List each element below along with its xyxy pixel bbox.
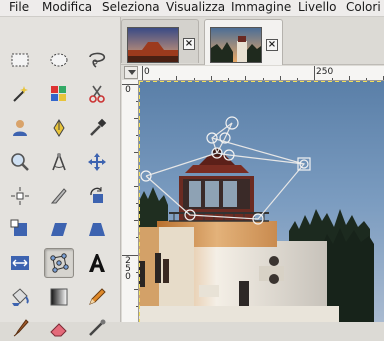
vruler-label-0: 0 — [125, 85, 131, 95]
text-tool[interactable] — [84, 250, 110, 276]
toolbox — [0, 17, 121, 337]
close-tab-1-button[interactable]: × — [183, 38, 195, 50]
cage-icon — [50, 253, 69, 273]
eraser-icon — [50, 323, 67, 337]
scale-tool[interactable] — [7, 216, 33, 242]
paths-tool[interactable] — [46, 115, 72, 141]
image-canvas[interactable] — [139, 81, 384, 322]
menu-visualizza[interactable]: Visualizza — [166, 0, 225, 15]
move-arrows-icon — [88, 153, 106, 171]
airbrush-tool[interactable] — [84, 315, 110, 341]
image-tab-1[interactable]: × — [121, 19, 199, 63]
pencil-icon — [89, 288, 106, 305]
ruler-label-0: 0 — [144, 67, 150, 77]
perspective-icon — [89, 223, 105, 236]
rect-select-tool[interactable] — [7, 47, 33, 73]
ruler-menu-button[interactable] — [124, 66, 138, 79]
pen-path-icon — [53, 119, 65, 137]
menu-bar: File Modifica Seleziona Visualizza Immag… — [0, 0, 384, 17]
desert-butte-thumbnail — [127, 27, 179, 63]
close-tab-2-button[interactable]: × — [266, 39, 278, 51]
fuzzy-select-tool[interactable] — [7, 81, 33, 107]
vertical-ruler[interactable]: 0 2 5 0 — [122, 80, 139, 322]
knife-crop-icon — [50, 188, 67, 204]
airbrush-icon — [89, 319, 106, 336]
color-select-tool[interactable] — [46, 81, 72, 107]
horizontal-ruler-ticks — [142, 66, 384, 80]
menu-immagine[interactable]: Immagine — [231, 0, 291, 15]
magic-wand-icon — [13, 86, 28, 102]
menu-file[interactable]: File — [9, 0, 29, 15]
foreground-select-tool[interactable] — [7, 115, 33, 141]
menu-modifica[interactable]: Modifica — [42, 0, 92, 15]
horizontal-ruler[interactable]: 0 250 — [138, 66, 384, 81]
color-picker-tool[interactable] — [84, 115, 110, 141]
foreground-select-icon — [13, 120, 27, 136]
measure-tool[interactable] — [46, 149, 72, 175]
paintbrush-tool[interactable] — [7, 315, 33, 341]
lighthouse-photo — [139, 81, 384, 322]
paintbrush-icon — [13, 319, 29, 337]
ellipse-select-icon — [50, 53, 68, 67]
pencil-tool[interactable] — [84, 284, 110, 310]
scissors-icon — [89, 85, 105, 103]
gradient-icon — [50, 288, 68, 306]
image-tab-2[interactable]: × — [204, 19, 283, 65]
rectangle-select-icon — [11, 53, 29, 67]
color-select-icon — [51, 86, 66, 101]
lighthouse-thumbnail — [210, 27, 262, 63]
ellipse-select-tool[interactable] — [46, 47, 72, 73]
zoom-tool[interactable] — [7, 149, 33, 175]
menu-seleziona[interactable]: Seleziona — [102, 0, 160, 15]
shear-icon — [51, 223, 67, 236]
vruler-label-0b: 0 — [125, 272, 131, 282]
free-select-tool[interactable] — [84, 47, 110, 73]
compass-icon — [52, 153, 66, 171]
shear-tool[interactable] — [46, 216, 72, 242]
bucket-fill-tool[interactable] — [7, 284, 33, 310]
scissors-select-tool[interactable] — [84, 81, 110, 107]
flip-icon — [11, 256, 29, 270]
lasso-icon — [89, 52, 106, 68]
align-tool[interactable] — [7, 183, 33, 209]
perspective-tool[interactable] — [84, 216, 110, 242]
eyedropper-icon — [90, 118, 107, 136]
blend-tool[interactable] — [46, 284, 72, 310]
vertical-ruler-ticks — [122, 84, 138, 307]
text-a-icon — [89, 254, 105, 272]
align-icon — [11, 187, 29, 205]
paint-bucket-icon — [12, 288, 29, 306]
image-tab-strip: × × — [121, 17, 384, 65]
scale-icon — [10, 219, 27, 236]
rotate-tool[interactable] — [84, 183, 110, 209]
ruler-label-250: 250 — [316, 67, 334, 77]
magnifier-icon — [11, 153, 29, 171]
flip-tool[interactable] — [7, 250, 33, 276]
eraser-tool[interactable] — [46, 315, 72, 341]
cage-transform-tool[interactable] — [44, 248, 74, 278]
menu-livello[interactable]: Livello — [298, 0, 337, 15]
rotate-icon — [90, 187, 103, 203]
menu-colori[interactable]: Colori — [346, 0, 381, 15]
move-tool[interactable] — [84, 149, 110, 175]
crop-tool[interactable] — [46, 183, 72, 209]
